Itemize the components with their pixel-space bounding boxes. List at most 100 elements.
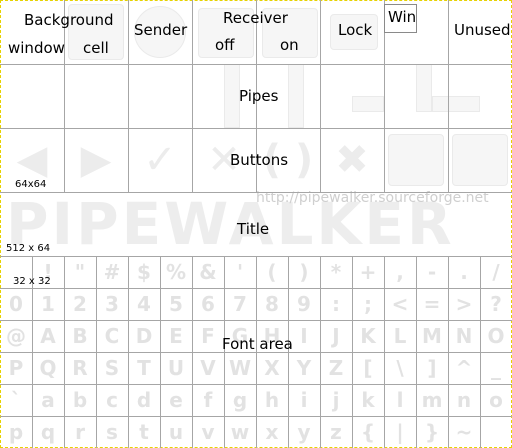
font-glyph: D [135, 324, 153, 348]
font-glyph: o [489, 388, 503, 412]
font-glyph: z [330, 420, 342, 444]
font-glyph: | [396, 420, 404, 444]
title-size-label: 512 x 64 [6, 243, 51, 254]
font-glyph: B [72, 324, 88, 348]
font-glyph: p [8, 420, 24, 444]
font-glyph: # [103, 260, 121, 284]
font-glyph: 6 [201, 292, 215, 316]
font-glyph: M [422, 324, 442, 348]
grid-line [192, 0, 193, 192]
grid-line [96, 256, 97, 448]
grid-line [480, 256, 481, 448]
font-glyph: ) [299, 260, 309, 284]
font-glyph: % [165, 260, 187, 284]
font-glyph: F [201, 324, 215, 348]
grid-line [448, 256, 449, 448]
grid-line [416, 256, 417, 448]
label-window: window [8, 39, 65, 57]
font-glyph: ' [236, 260, 244, 284]
font-glyph: f [203, 388, 213, 412]
font-glyph: U [167, 356, 185, 380]
font-glyph: ( [267, 260, 277, 284]
font-glyph: n [456, 388, 472, 412]
pipe-tile-2 [288, 64, 304, 128]
pipe-tile-4 [416, 64, 432, 112]
texture-atlas: ◀ ▶ ✓ ✕ ( ) ✖ PIPEWALKER http://pipewalk… [0, 0, 512, 448]
font-glyph: 9 [297, 292, 311, 316]
label-lock: Lock [338, 21, 373, 39]
font-glyph: d [136, 388, 152, 412]
check-large-icon [452, 134, 508, 186]
blank-button-icon [388, 134, 444, 186]
font-glyph: ` [11, 388, 21, 412]
font-glyph: X [264, 356, 280, 380]
font-glyph: A [40, 324, 56, 348]
label-cell: cell [83, 39, 109, 57]
font-glyph: 1 [41, 292, 55, 316]
label-font-area: Font area [222, 335, 293, 353]
font-glyph: " [74, 260, 86, 284]
font-glyph: O [487, 324, 505, 348]
font-glyph: c [106, 388, 118, 412]
font-glyph: 4 [137, 292, 151, 316]
font-glyph: Q [39, 356, 57, 380]
font-glyph: L [393, 324, 407, 348]
font-glyph: / [492, 260, 500, 284]
font-glyph: V [200, 356, 216, 380]
font-glyph: r [75, 420, 85, 444]
font-glyph: u [168, 420, 184, 444]
font-glyph: m [421, 388, 443, 412]
font-glyph: & [199, 260, 217, 284]
grid-line [0, 192, 512, 193]
tile-size-label: 64x64 [15, 179, 47, 190]
pipe-tile-5 [432, 96, 480, 112]
font-glyph: _ [491, 356, 501, 380]
font-glyph: ^ [455, 356, 473, 380]
font-glyph: @ [6, 324, 26, 348]
font-glyph: j [332, 388, 340, 412]
font-glyph: ~ [455, 420, 473, 444]
font-glyph: a [41, 388, 55, 412]
grid-line [128, 0, 129, 192]
grid-line [192, 256, 193, 448]
font-glyph: 3 [105, 292, 119, 316]
grid-line [352, 256, 353, 448]
label-win: Win [388, 8, 417, 26]
font-glyph: < [391, 292, 409, 316]
font-glyph: e [169, 388, 183, 412]
grid-line [128, 256, 129, 448]
font-glyph: N [455, 324, 473, 348]
font-glyph: y [297, 420, 311, 444]
label-title: Title [237, 220, 270, 238]
font-glyph: - [427, 260, 437, 284]
font-glyph: C [104, 324, 120, 348]
grid-line [320, 0, 321, 192]
font-glyph: > [455, 292, 473, 316]
font-glyph [480, 416, 512, 448]
font-glyph: S [104, 356, 120, 380]
font-glyph: b [72, 388, 88, 412]
font-glyph: } [424, 420, 440, 444]
font-glyph: \ [396, 356, 404, 380]
settings-tools-icon: ✖ [335, 137, 369, 183]
font-glyph: s [106, 420, 118, 444]
font-glyph: v [201, 420, 215, 444]
font-glyph: t [139, 420, 149, 444]
check-icon: ✓ [143, 137, 177, 183]
font-glyph: E [169, 324, 183, 348]
label-pipes: Pipes [239, 87, 279, 105]
font-glyph: K [360, 324, 376, 348]
label-buttons: Buttons [230, 151, 289, 169]
pipe-tile-1 [224, 64, 240, 128]
font-glyph: , [396, 260, 404, 284]
label-background-window: Background [24, 11, 114, 29]
font-glyph: k [361, 388, 375, 412]
font-glyph: w [230, 420, 250, 444]
font-glyph: = [423, 292, 441, 316]
font-glyph: Z [328, 356, 344, 380]
font-glyph: 7 [233, 292, 247, 316]
font-glyph: $ [137, 260, 151, 284]
font-glyph: J [332, 324, 340, 348]
font-glyph: ; [364, 292, 372, 316]
font-glyph: Y [296, 356, 312, 380]
